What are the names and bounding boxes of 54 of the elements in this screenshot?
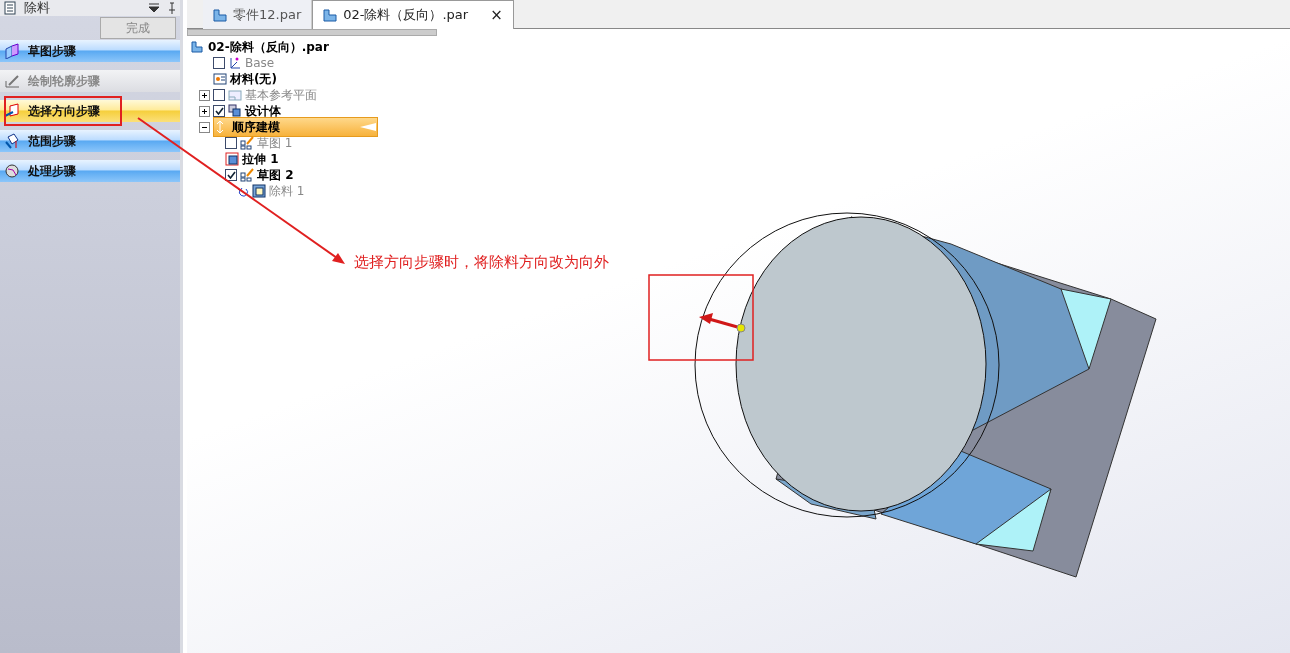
step-button[interactable]: 草图步骤 bbox=[0, 40, 180, 62]
material-icon bbox=[213, 72, 227, 86]
splitter-handle[interactable] bbox=[187, 29, 437, 36]
tree-item-label[interactable]: 草图 2 bbox=[257, 166, 294, 184]
panel-title: 除料 bbox=[24, 0, 50, 18]
pencil-icon bbox=[4, 73, 20, 89]
checkbox[interactable] bbox=[225, 169, 237, 181]
expand-icon[interactable] bbox=[199, 89, 210, 101]
plane-icon bbox=[228, 88, 242, 102]
tree-item-label[interactable]: 除料 1 bbox=[269, 182, 305, 200]
pointer-icon bbox=[359, 122, 377, 132]
part-icon bbox=[213, 7, 227, 22]
tree-item-label[interactable]: 顺序建模 bbox=[232, 118, 280, 136]
part-icon bbox=[191, 40, 205, 54]
collapse-icon[interactable] bbox=[199, 121, 210, 133]
sketch-icon bbox=[240, 168, 254, 182]
tree-item-label[interactable]: 草图 1 bbox=[257, 134, 293, 152]
checkbox[interactable] bbox=[213, 105, 225, 117]
expand-icon[interactable] bbox=[199, 105, 210, 117]
tree-item-label[interactable]: Base bbox=[245, 54, 275, 72]
tree-item-label[interactable]: 基本参考平面 bbox=[245, 86, 317, 104]
cylinder-model-drawing[interactable] bbox=[694, 212, 1157, 578]
tree-item-label[interactable]: 02-除料（反向）.par bbox=[208, 38, 329, 56]
treatment-icon bbox=[4, 163, 20, 179]
direction-arrow[interactable] bbox=[699, 313, 746, 333]
list-icon bbox=[4, 1, 16, 15]
check-icon bbox=[226, 171, 236, 179]
checkbox[interactable] bbox=[225, 137, 237, 149]
body-icon bbox=[228, 104, 242, 118]
cutout-icon bbox=[252, 184, 266, 198]
tree-item-label[interactable]: 材料(无) bbox=[230, 70, 277, 88]
part-icon bbox=[323, 8, 338, 22]
checkbox[interactable] bbox=[213, 89, 225, 101]
extrude-icon bbox=[225, 152, 239, 166]
check-icon bbox=[214, 107, 224, 115]
document-tab[interactable]: 零件12.par bbox=[203, 0, 313, 29]
coordinate-system-icon bbox=[228, 56, 242, 70]
dropdown-icon[interactable] bbox=[148, 3, 160, 13]
step-button[interactable]: 选择方向步骤 bbox=[0, 100, 180, 122]
annotation-text: 选择方向步骤时，将除料方向改为向外 bbox=[354, 252, 609, 273]
step-button[interactable]: 处理步骤 bbox=[0, 160, 180, 182]
sketch-icon bbox=[240, 136, 254, 150]
step-button[interactable]: 范围步骤 bbox=[0, 130, 180, 152]
tree-item-label[interactable]: 设计体 bbox=[245, 102, 281, 120]
rollback-icon bbox=[237, 185, 249, 197]
close-button[interactable]: × bbox=[490, 3, 503, 27]
document-tab[interactable]: 02-除料（反向）.par × bbox=[312, 0, 514, 29]
tree-item-label[interactable]: 拉伸 1 bbox=[242, 150, 279, 168]
sketch-step-icon bbox=[4, 43, 20, 59]
tree-item-highlight[interactable]: 顺序建模 bbox=[213, 117, 378, 137]
extent-icon bbox=[4, 133, 20, 149]
pin-icon[interactable] bbox=[168, 2, 176, 14]
checkbox[interactable] bbox=[213, 57, 225, 69]
direction-icon bbox=[4, 103, 20, 119]
